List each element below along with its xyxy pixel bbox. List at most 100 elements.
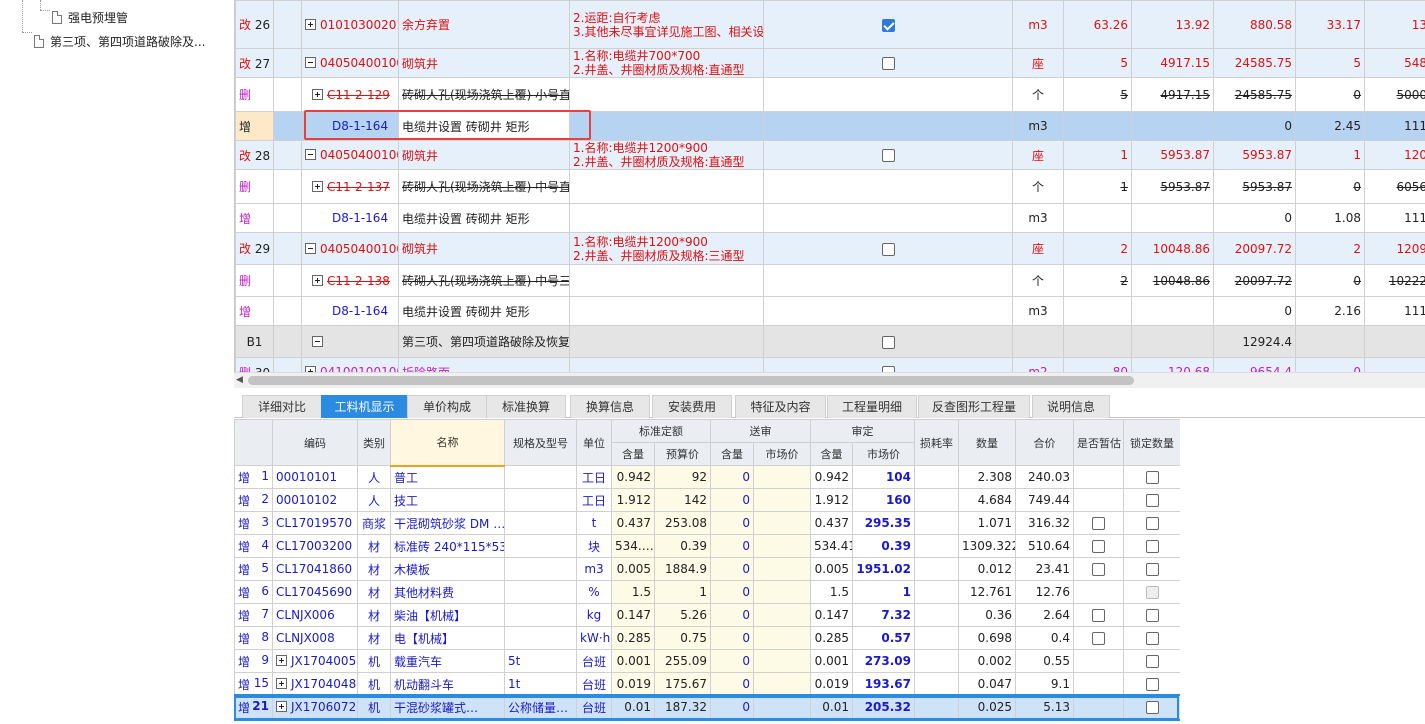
resource-spec[interactable] (504, 580, 577, 604)
tab-features-content[interactable]: 特征及内容 (735, 395, 826, 418)
expand-cell[interactable]: 040504001006 (301, 48, 399, 78)
audited-market-price[interactable]: 160 (852, 488, 915, 512)
collapse-icon[interactable] (312, 335, 323, 347)
resource-unit[interactable]: kW·h (576, 626, 612, 650)
expand-cell[interactable]: C11-2-129 (301, 77, 399, 112)
submitted-quantity[interactable]: 0 (710, 534, 754, 558)
table-row[interactable]: 改 26 010103002011 余方弃置 2.运距:自行考虑3.其他未尽事宜… (235, 0, 1425, 49)
horizontal-scrollbar[interactable]: ◀ (234, 372, 1425, 388)
table-row[interactable]: 删 C11-2-137 砖砌人孔(现场浇筑上覆) 中号直通型 个 1 5953.… (235, 169, 1425, 204)
checkbox[interactable] (881, 335, 895, 349)
resource-spec[interactable] (504, 511, 577, 535)
resource-name[interactable]: 柴油【机械】 (390, 603, 505, 627)
provisional-check[interactable] (1073, 488, 1124, 512)
col-lock-quantity[interactable]: 锁定数量 (1123, 419, 1180, 466)
std-budget-price[interactable]: 92 (654, 465, 711, 489)
resource-unit[interactable]: 台班 (576, 695, 612, 719)
resource-unit[interactable]: m3 (576, 557, 612, 581)
audited-market-price[interactable]: 0.57 (852, 626, 915, 650)
collapse-icon[interactable] (305, 57, 316, 68)
resource-name[interactable]: 机动翻斗车 (390, 672, 505, 696)
resource-name[interactable]: 电【机械】 (390, 626, 505, 650)
submitted-market-price[interactable] (753, 580, 811, 604)
col-code[interactable]: 编码 (272, 419, 358, 466)
expand-cell[interactable]: 041001001001 (301, 357, 399, 372)
resource-name[interactable]: 干混砌筑砂浆 DM … (390, 511, 505, 535)
table-row[interactable]: 改 29 040504001008 砌筑井 1.名称:电缆井1200*9002.… (235, 232, 1425, 265)
audited-market-price[interactable]: 193.67 (852, 672, 915, 696)
table-row[interactable]: 删 30 041001001001 拆除路面 m2 80 120.68 9654… (235, 357, 1425, 372)
checkbox[interactable] (881, 242, 895, 256)
std-quantity[interactable]: 1.912 (611, 488, 655, 512)
quota-name-editor[interactable]: 电缆井设置 砖砌井 矩形 (398, 111, 570, 141)
expand-cell[interactable] (301, 325, 399, 358)
std-budget-price[interactable]: 1884.9 (654, 557, 711, 581)
resource-type[interactable]: 材 (357, 580, 391, 604)
tree-item-strong-current-conduit[interactable]: 强电预埋管 (52, 8, 128, 28)
col-aud-market-price[interactable]: 市场价 (852, 442, 915, 466)
std-quantity[interactable]: 0.942 (611, 465, 655, 489)
checkbox[interactable] (881, 149, 895, 162)
submitted-quantity[interactable]: 0 (710, 695, 754, 719)
submitted-quantity[interactable]: 0 (710, 488, 754, 512)
provisional-check[interactable] (1073, 695, 1124, 719)
expand-icon[interactable] (312, 88, 323, 100)
checkbox[interactable] (1145, 471, 1159, 484)
resource-name[interactable]: 木模板 (390, 557, 505, 581)
table-row[interactable]: 增 21 JX17060720 机干混砂浆罐式… 公称储量… 台班 0.01 187.32 0… (234, 693, 1180, 721)
resource-spec[interactable]: 1t (504, 672, 577, 696)
table-row[interactable]: 增 2 00010102 人技工 工日 1.912 142 0 1.912 160 4.684 74… (234, 488, 1180, 512)
scroll-left-icon[interactable]: ◀ (236, 375, 243, 385)
audited-quantity[interactable]: 0.005 (810, 557, 853, 581)
expand-icon[interactable] (312, 274, 323, 286)
checkbox[interactable] (1145, 655, 1159, 668)
lock-quantity-check[interactable] (1123, 511, 1180, 535)
resource-type[interactable]: 材 (357, 557, 391, 581)
resource-type[interactable]: 机 (357, 695, 391, 719)
resource-spec[interactable] (504, 465, 577, 489)
expand-icon[interactable] (276, 701, 287, 712)
resource-unit[interactable]: 台班 (576, 649, 612, 673)
tab-detail-compare[interactable]: 详细对比 (242, 395, 322, 418)
provisional-check[interactable] (1073, 626, 1124, 650)
std-quantity[interactable]: 534.… (611, 534, 655, 558)
tab-reverse-graphic-quantity[interactable]: 反查图形工程量 (918, 395, 1030, 418)
resource-unit[interactable]: 工日 (576, 488, 612, 512)
submitted-market-price[interactable] (753, 603, 811, 627)
resource-code[interactable]: CL17019570 (272, 511, 358, 535)
resource-spec[interactable] (504, 488, 577, 512)
table-row[interactable]: 增 6 CL17045690 材其他材料费% 1.5 1 0 1.5 1 12.761 12.76 (234, 580, 1180, 604)
resource-spec[interactable] (504, 557, 577, 581)
resource-code[interactable]: CL17041860 (272, 557, 358, 581)
audited-market-price[interactable]: 0.39 (852, 534, 915, 558)
resource-type[interactable]: 人 (357, 465, 391, 489)
resource-type[interactable]: 材 (357, 534, 391, 558)
tab-quantity-detail[interactable]: 工程量明细 (827, 395, 917, 418)
table-row[interactable]: 增 D8-1-164 电缆井设置 砖砌井 矩形 m3 0 2.16 111 (235, 296, 1425, 326)
resource-type[interactable]: 商浆 (357, 511, 391, 535)
tree-item-road-demolition[interactable]: 第三项、第四项道路破除及... (34, 32, 205, 52)
submitted-quantity[interactable]: 0 (710, 672, 754, 696)
submitted-market-price[interactable] (753, 672, 811, 696)
col-type[interactable]: 类别 (357, 419, 391, 466)
table-row-selected[interactable]: 增 D8-1-164 电缆井设置 砖砌井 矩形 m3 0 2.45 111 (235, 111, 1425, 141)
loss-rate[interactable] (914, 626, 959, 650)
std-budget-price[interactable]: 253.08 (654, 511, 711, 535)
expand-icon[interactable] (276, 655, 287, 666)
checkbox[interactable] (1145, 540, 1159, 553)
submitted-market-price[interactable] (753, 649, 811, 673)
provisional-check[interactable] (1073, 580, 1124, 604)
checkbox[interactable] (1145, 494, 1159, 507)
lock-quantity-check[interactable] (1123, 465, 1180, 489)
resource-code[interactable]: CL17003200 (272, 534, 358, 558)
lock-quantity-check[interactable] (1123, 557, 1180, 581)
loss-rate[interactable] (914, 580, 959, 604)
lock-quantity-check[interactable] (1123, 649, 1180, 673)
table-row[interactable]: 增 3 CL17019570 商浆 干混砌筑砂浆 DM … t 0.437 253.08 0 0… (234, 511, 1180, 535)
resource-type[interactable]: 材 (357, 603, 391, 627)
tab-conversion-info[interactable]: 换算信息 (570, 395, 650, 418)
resource-name[interactable]: 载重汽车 (390, 649, 505, 673)
expand-icon[interactable] (276, 678, 287, 689)
col-provisional[interactable]: 是否暂估 (1073, 419, 1124, 466)
lock-quantity-check[interactable] (1123, 695, 1180, 719)
